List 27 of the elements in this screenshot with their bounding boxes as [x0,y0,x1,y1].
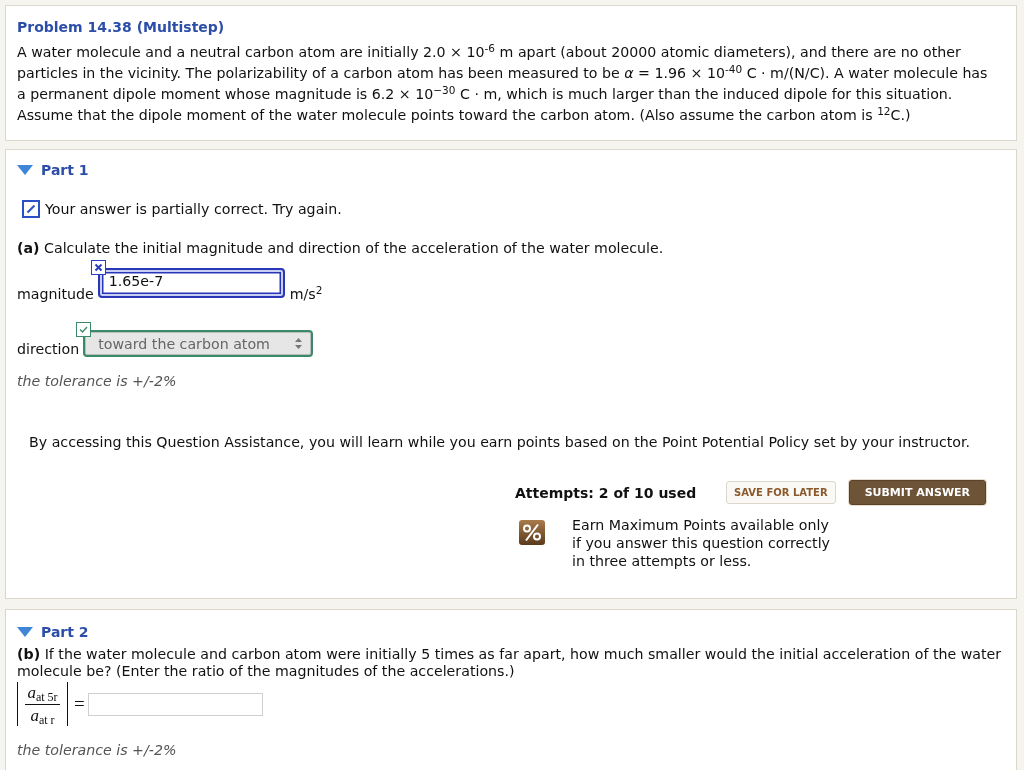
answer-input[interactable] [87,692,263,716]
problem-title: Problem 14.38 (Multistep) [17,18,226,37]
unit-label: m/s$^{2}$ [289,284,323,304]
answer-label: magnitude [17,285,94,304]
notice-text: Earn Maximum Points available only if you answer this question correctly in three attempts or less. [572,516,831,570]
problem-statement: A water molecule and a neutral carbon atom are initially 2.0 × 10$^{-6}$ m apart (about 20000 atomic diameters), and there are no other particles in the vicinity. The polarizability of a carbon atom has been measured to be α = 1.96 × 10$^{-40}$ C · m/(N/C). A water molecule has a permanent dipole moment whose magnitude is 6.2 × 10$^{−30}$ C · m, which is much larger than the induced dipole for this situation. Assume that the dipole moment of the water molecule points toward the carbon atom. (Also assume the carbon atom is $^{12}$C.) [17,42,989,125]
equals-sign: = [74,694,85,714]
answer-input[interactable]: 1.65e-7 [97,268,285,298]
assistance-note: By accessing this Question Assistance, you will learn while you earn points based on the Point Potential Policy set by your instructor. [28,433,972,452]
triangle-icon[interactable] [17,627,33,637]
question-text: (b) If the water molecule and carbon atom were initially 5 times as far apart, how much smaller would the initial acceleration of the water molecule be? (Enter the ratio of the magnitudes of the accelerations.) [17,646,1003,680]
answer-label: direction [17,340,80,359]
tolerance-note: the tolerance is +/-2% [17,372,178,391]
fraction-numerator: a$_{at 5r}$ [25,682,60,705]
feedback-message: Your answer is partially correct. Try again. [45,200,342,219]
submit-button[interactable]: SUBMIT ANSWER [848,480,986,505]
question-text: (a) Calculate the initial magnitude and direction of the acceleration of the water molecule. [17,239,665,258]
part-title[interactable]: Part 1 [41,160,89,180]
part-title[interactable]: Part 2 [41,622,89,642]
triangle-icon[interactable] [17,165,33,175]
attempts-counter: Attempts: 2 of 10 used [515,484,697,501]
updown-arrows-icon [295,338,303,349]
percent-icon [519,520,545,545]
answer-select[interactable]: toward the carbon atom [83,330,314,357]
tolerance-note: the tolerance is +/-2% [17,741,178,760]
save-button[interactable]: SAVE FOR LATER [726,481,836,504]
fraction-denominator: a$_{at r}$ [30,704,55,726]
